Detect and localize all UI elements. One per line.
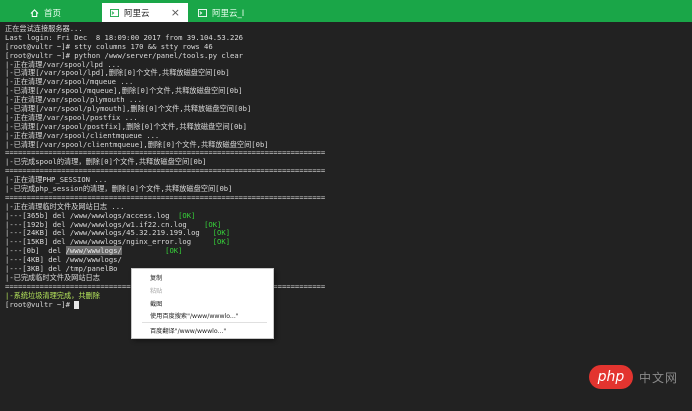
php-logo: php: [589, 365, 633, 389]
line-text: |-正在清理/var/spool/plymouth ...: [5, 95, 142, 105]
line-text: |-已清理[/var/spool/plymouth],删除[0]个文件,共释放磁…: [5, 104, 252, 114]
line-text-tail: [122, 246, 165, 255]
line-text: ========================================…: [5, 166, 326, 176]
line-text: |-正在清理/var/spool/lpd ...: [5, 59, 121, 69]
line-text: |---[4KB] del /www/wwwlogs/: [5, 255, 122, 265]
watermark: php 中文网: [589, 365, 678, 389]
tab-aliyun[interactable]: 阿里云 ×: [102, 3, 188, 22]
selected-text[interactable]: /www/wwwlogs/: [65, 246, 122, 256]
line-text: |-已完成spool的清理，删除[0]个文件,共释放磁盘空间[0b]: [5, 157, 207, 167]
context-menu: 复制 粘贴 截图 使用百度搜索"/www/wwwlo..." 百度翻译"/www…: [131, 268, 274, 339]
line-text: 正在尝试连接服务器...: [5, 24, 83, 33]
menu-item-screenshot[interactable]: 截图: [150, 299, 162, 308]
text-cursor: [74, 300, 80, 309]
ok-status: [OK]: [165, 246, 183, 256]
line-text: |-已完成临时文件及网站日志: [5, 272, 100, 282]
line-text: |-正在清理临时文件及网站日志 ...: [5, 201, 125, 211]
terminal-output: 正在尝试连接服务器... Last login: Fri Dec 8 18:09:…: [5, 24, 326, 310]
line-text: |-已完成php_session的清理，删除[0]个文件,共释放磁盘空间[0b]: [5, 184, 233, 194]
menu-item-paste[interactable]: 粘贴: [150, 286, 162, 295]
terminal-area[interactable]: 正在尝试连接服务器... Last login: Fri Dec 8 18:09:…: [0, 22, 692, 411]
line-text: |-已清理[/var/spool/clientmqueue],删除[0]个文件,…: [5, 139, 269, 149]
tab-label: 阿里云: [124, 8, 150, 19]
line-text: |---[3KB] del /tmp/panelBo: [5, 264, 118, 274]
line-text: |-已清理[/var/spool/mqueue],删除[0]个文件,共释放磁盘空…: [5, 86, 243, 96]
line-text: |-正在清理/var/spool/mqueue ...: [5, 77, 134, 87]
line-text: |---[24KB] del /www/wwwlogs/45.32.219.19…: [5, 228, 213, 238]
line-text: [root@vultr ~]#: [5, 299, 75, 309]
menu-item-copy[interactable]: 复制: [150, 273, 162, 282]
ok-status: [OK]: [178, 210, 196, 220]
tab-aliyun-i[interactable]: 阿里云_I: [190, 3, 280, 22]
ok-status: [OK]: [204, 219, 222, 229]
line-text: |---[365b] del /www/wwwlogs/access.log: [5, 210, 179, 220]
menu-item-baidu-translate[interactable]: 百度翻译"/www/wwwlo...": [150, 326, 226, 335]
line-text: |---[192b] del /www/wwwlogs/w1.if22.cn.l…: [5, 219, 205, 229]
line-text: |-已清理[/var/spool/lpd],删除[0]个文件,共释放磁盘空间[0…: [5, 68, 230, 78]
tab-label: 首页: [44, 8, 62, 19]
line-text: |-正在清理/var/spool/clientmqueue ...: [5, 130, 160, 140]
close-icon[interactable]: ×: [171, 7, 180, 18]
terminal-icon: [198, 8, 207, 17]
line-text: ========================================…: [5, 148, 326, 158]
home-icon: [30, 8, 39, 17]
line-text: |---[0b] del: [5, 246, 66, 256]
line-text: |-正在清理/var/spool/postfix ...: [5, 112, 138, 122]
line-text: |-已清理[/var/spool/postfix],删除[0]个文件,共释放磁盘…: [5, 121, 247, 131]
terminal-icon: [110, 8, 119, 17]
tab-home[interactable]: 首页: [22, 3, 102, 22]
watermark-text: 中文网: [639, 370, 679, 385]
line-text: ========================================…: [5, 192, 326, 202]
line-text: |-正在清理PHP_SESSION ...: [5, 175, 108, 185]
line-text: [root@vultr ~]# python /www/server/panel…: [5, 50, 243, 60]
menu-separator: [142, 322, 267, 323]
line-text: [root@vultr ~]# stty columns 170 && stty…: [5, 41, 213, 51]
ok-status: [OK]: [212, 228, 231, 238]
ok-status: [OK]: [212, 237, 231, 247]
tab-label: 阿里云_I: [212, 8, 245, 19]
line-text: Last login: Fri Dec 8 18:09:00 2017 from…: [5, 32, 243, 42]
tab-bar: 首页 阿里云 × 阿里云_I: [0, 0, 692, 22]
line-text: |-系统垃圾清理完成，共删除: [5, 290, 100, 300]
menu-item-baidu-search[interactable]: 使用百度搜索"/www/wwwlo...": [150, 311, 239, 320]
line-text: |---[15KB] del /www/wwwlogs/nginx_error.…: [5, 237, 213, 247]
